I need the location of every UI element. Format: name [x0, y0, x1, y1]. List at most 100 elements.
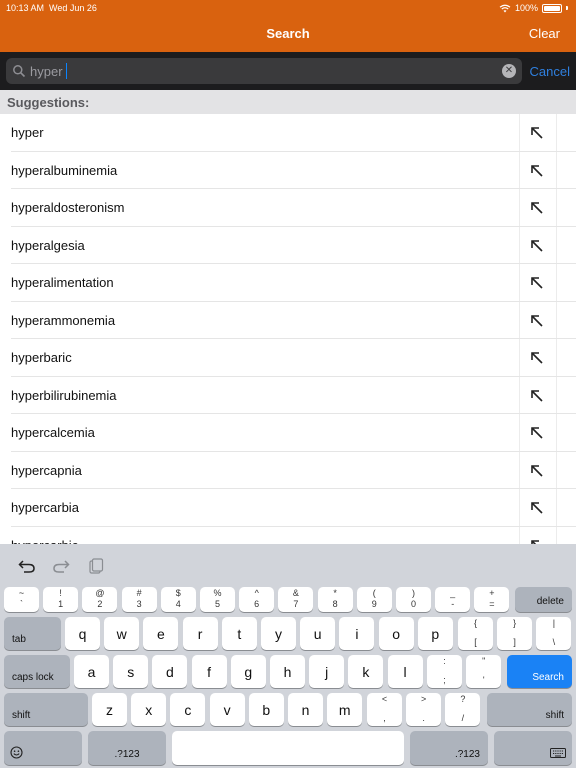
suggestion-row[interactable]: hyperbilirubinemia: [11, 376, 576, 414]
nav-bar: 10:13 AM Wed Jun 26 100% Search Clear: [0, 0, 576, 52]
key-symbol-2[interactable]: | \: [536, 617, 572, 650]
key-5[interactable]: % 5: [200, 587, 235, 612]
fill-search-arrow-icon[interactable]: [529, 125, 545, 141]
dismiss-keyboard-key[interactable]: [494, 731, 572, 765]
redo-icon[interactable]: [52, 558, 70, 574]
key-8[interactable]: * 8: [317, 587, 353, 612]
key-x[interactable]: x: [131, 693, 167, 726]
key-v[interactable]: v: [209, 693, 245, 726]
suggestion-row[interactable]: hypercalcemia: [11, 414, 576, 452]
key-l[interactable]: l: [387, 655, 423, 688]
key-7[interactable]: & 7: [278, 587, 314, 612]
key-`[interactable]: ~ `: [4, 587, 39, 612]
key-n[interactable]: n: [288, 693, 323, 726]
fill-search-arrow-icon[interactable]: [529, 350, 545, 366]
key-w[interactable]: w: [104, 617, 140, 650]
tab-key[interactable]: tab: [4, 617, 61, 650]
key-z[interactable]: z: [92, 693, 127, 726]
status-indicators: 100%: [499, 3, 568, 13]
suggestion-row[interactable]: hypercarbia: [11, 489, 576, 527]
key-4[interactable]: $4: [160, 587, 196, 612]
key-f[interactable]: f: [191, 655, 227, 688]
suggestion-label: hyperaldosteronism: [11, 200, 125, 215]
key-symbol-row3-0[interactable]: <,: [367, 693, 402, 726]
suggestion-row[interactable]: hypercapnia: [11, 451, 576, 489]
key-3[interactable]: #3: [121, 587, 157, 612]
cancel-button[interactable]: Cancel: [530, 64, 570, 79]
suggestion-label: hyperalbuminemia: [11, 162, 118, 178]
search-field[interactable]: ✕: [6, 58, 522, 84]
key-symbol-row2-1[interactable]: " ': [466, 655, 502, 688]
key-0[interactable]: ) 0: [396, 587, 431, 612]
suggestion-row[interactable]: hyper: [11, 114, 576, 152]
key-k[interactable]: k: [348, 655, 384, 688]
key-2[interactable]: @2: [82, 587, 118, 612]
key-r[interactable]: r: [182, 617, 218, 650]
suggestion-row[interactable]: hyperalimentation: [11, 264, 576, 302]
wifi-icon: [499, 4, 511, 12]
key-symbol-1[interactable]: }]: [497, 617, 533, 650]
key-=[interactable]: + =: [474, 587, 510, 612]
key-o[interactable]: o: [378, 617, 414, 650]
key--[interactable]: _ -: [435, 587, 471, 612]
fill-search-arrow-icon[interactable]: [529, 500, 545, 516]
fill-search-arrow-icon[interactable]: [529, 238, 545, 254]
fill-search-arrow-icon[interactable]: [529, 275, 545, 291]
key-a[interactable]: a: [74, 655, 109, 688]
search-icon: [13, 65, 26, 78]
suggestion-label: hyperbilirubinemia: [11, 387, 117, 403]
suggestion-row[interactable]: hyperammonemia: [11, 301, 576, 339]
key-c[interactable]: c: [170, 693, 206, 726]
key-t[interactable]: t: [221, 617, 257, 650]
key-p[interactable]: p: [417, 617, 453, 650]
key-d[interactable]: d: [152, 655, 188, 688]
key-y[interactable]: y: [261, 617, 296, 650]
key-9[interactable]: (9: [356, 587, 392, 612]
delete-key[interactable]: delete: [515, 587, 572, 612]
fill-search-arrow-icon[interactable]: [529, 200, 545, 216]
key-symbol-0[interactable]: {[: [458, 617, 493, 650]
shift-right-key[interactable]: shift: [487, 693, 572, 726]
search-input[interactable]: [30, 62, 490, 80]
suggestion-row[interactable]: hyperbaric: [11, 339, 576, 377]
shift-left-key[interactable]: shift: [4, 693, 88, 726]
fill-search-arrow-icon[interactable]: [529, 463, 545, 479]
suggestion-row[interactable]: hyperalgesia: [11, 226, 576, 264]
paste-icon[interactable]: [87, 558, 105, 574]
text-cursor: [66, 63, 67, 79]
fill-search-arrow-icon[interactable]: [529, 388, 545, 404]
numeric-key-right[interactable]: .?123: [410, 731, 488, 765]
suggestion-row[interactable]: hypercarbic: [11, 526, 576, 544]
key-symbol-row2-0[interactable]: :;: [427, 655, 462, 688]
suggestion-row[interactable]: hyperaldosteronism: [11, 189, 576, 227]
search-key[interactable]: Search: [507, 655, 572, 688]
clear-button[interactable]: Clear: [529, 26, 560, 41]
key-q[interactable]: q: [65, 617, 100, 650]
page-title: Search: [266, 26, 310, 41]
fill-search-arrow-icon[interactable]: [529, 163, 545, 179]
key-i[interactable]: i: [339, 617, 375, 650]
clear-text-icon[interactable]: ✕: [502, 64, 516, 78]
fill-search-arrow-icon[interactable]: [529, 425, 545, 441]
key-1[interactable]: ! 1: [43, 587, 79, 612]
key-g[interactable]: g: [230, 655, 266, 688]
key-h[interactable]: h: [270, 655, 305, 688]
suggestion-label: hypercapnia: [11, 462, 82, 478]
suggestion-row[interactable]: hyperalbuminemia: [11, 151, 576, 189]
key-symbol-row3-1[interactable]: >.: [406, 693, 442, 726]
key-u[interactable]: u: [300, 617, 336, 650]
key-j[interactable]: j: [309, 655, 345, 688]
key-symbol-row3-2[interactable]: ? /: [445, 693, 481, 726]
key-s[interactable]: s: [113, 655, 149, 688]
key-6[interactable]: ^ 6: [239, 587, 275, 612]
key-e[interactable]: e: [143, 617, 179, 650]
space-key[interactable]: [172, 731, 404, 765]
caps-lock-key[interactable]: caps lock: [4, 655, 70, 688]
fill-search-arrow-icon[interactable]: [529, 313, 545, 329]
suggestion-label: hypercarbia: [11, 500, 79, 515]
emoji-key[interactable]: [4, 731, 82, 765]
key-m[interactable]: m: [327, 693, 363, 726]
undo-icon[interactable]: [18, 558, 36, 574]
numeric-key-left[interactable]: .?123: [88, 731, 166, 765]
key-b[interactable]: b: [248, 693, 284, 726]
